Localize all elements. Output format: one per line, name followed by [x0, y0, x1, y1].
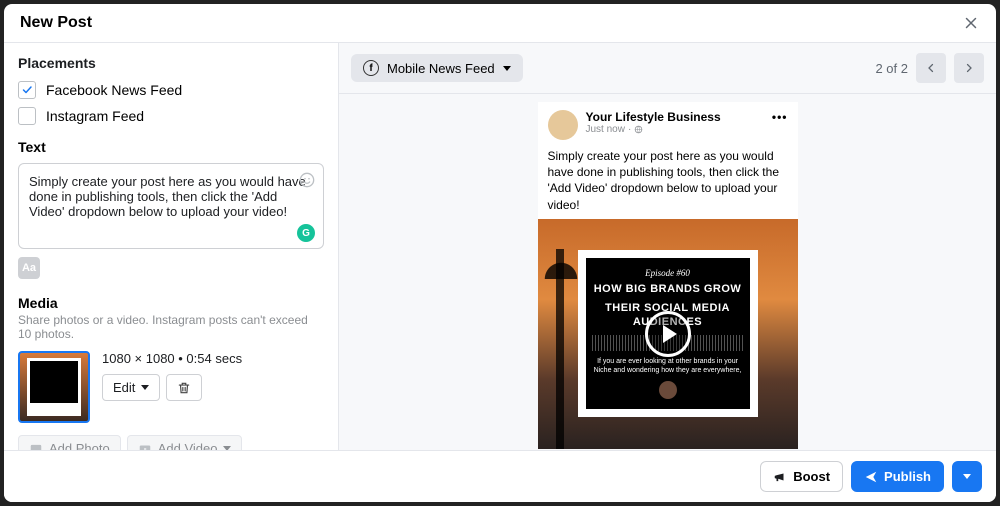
chevron-down-icon [503, 66, 511, 71]
megaphone-icon [773, 470, 787, 484]
placements-heading: Placements [18, 55, 324, 71]
media-subtext: Share photos or a video. Instagram posts… [18, 313, 324, 341]
video-icon [138, 442, 152, 451]
modal-header: New Post [4, 4, 996, 43]
publish-options-button[interactable] [952, 461, 982, 492]
grammarly-icon[interactable]: G [297, 224, 315, 242]
post-timestamp: Just now· [586, 124, 721, 135]
modal-body: Placements Facebook News Feed Instagram … [4, 43, 996, 450]
add-video-button[interactable]: Add Video [127, 435, 243, 450]
text-style-icon[interactable]: Aa [18, 257, 40, 279]
post-preview: Your Lifestyle Business Just now· ••• Si… [538, 102, 798, 449]
chevron-down-icon [963, 474, 971, 479]
post-body: Simply create your post here as you woul… [538, 148, 798, 219]
placement-facebook-news-feed[interactable]: Facebook News Feed [18, 81, 324, 99]
card-avatar [659, 381, 677, 399]
emoji-icon[interactable] [299, 172, 315, 188]
delete-media-button[interactable] [166, 374, 202, 401]
more-icon[interactable]: ••• [772, 110, 788, 140]
preview-topbar: f Mobile News Feed 2 of 2 [339, 43, 996, 93]
add-photo-button[interactable]: Add Photo [18, 435, 121, 450]
post-text-input[interactable]: Simply create your post here as you woul… [18, 163, 324, 249]
send-icon [864, 470, 878, 484]
checkbox-icon [18, 81, 36, 99]
checkbox-icon [18, 107, 36, 125]
placement-label: Facebook News Feed [46, 82, 182, 98]
play-icon[interactable] [645, 311, 691, 357]
media-meta: 1080 × 1080 • 0:54 secs [102, 351, 242, 366]
edit-media-button[interactable]: Edit [102, 374, 160, 401]
facebook-icon: f [363, 60, 379, 76]
boost-button[interactable]: Boost [760, 461, 843, 492]
pager-text: 2 of 2 [875, 61, 908, 76]
media-row: 1080 × 1080 • 0:54 secs Edit [18, 351, 324, 423]
placement-label: Instagram Feed [46, 108, 144, 124]
author-avatar [548, 110, 578, 140]
close-icon[interactable] [962, 14, 980, 32]
preview-panel: f Mobile News Feed 2 of 2 [339, 43, 996, 450]
preview-stage: Your Lifestyle Business Just now· ••• Si… [339, 93, 996, 450]
trash-icon [177, 381, 191, 395]
preview-selector-label: Mobile News Feed [387, 61, 495, 76]
modal-title: New Post [20, 14, 92, 32]
chevron-down-icon [141, 385, 149, 390]
media-heading: Media [18, 295, 324, 311]
placement-instagram-feed[interactable]: Instagram Feed [18, 107, 324, 125]
globe-icon [634, 125, 643, 134]
palm-silhouette [556, 249, 564, 449]
new-post-modal: New Post Placements Facebook News Feed I… [4, 4, 996, 502]
modal-footer: Boost Publish [4, 450, 996, 502]
composer-panel: Placements Facebook News Feed Instagram … [4, 43, 339, 450]
pager-next-button[interactable] [954, 53, 984, 83]
photo-icon [29, 442, 43, 451]
media-thumbnail[interactable] [18, 351, 90, 423]
publish-button[interactable]: Publish [851, 461, 944, 492]
post-media[interactable]: Episode #60 HOW BIG BRANDS GROW THEIR SO… [538, 219, 798, 449]
preview-selector[interactable]: f Mobile News Feed [351, 54, 523, 82]
text-heading: Text [18, 139, 324, 155]
pager-prev-button[interactable] [916, 53, 946, 83]
author-name: Your Lifestyle Business [586, 110, 721, 124]
post-text-value: Simply create your post here as you woul… [29, 174, 306, 219]
preview-pager: 2 of 2 [875, 53, 984, 83]
